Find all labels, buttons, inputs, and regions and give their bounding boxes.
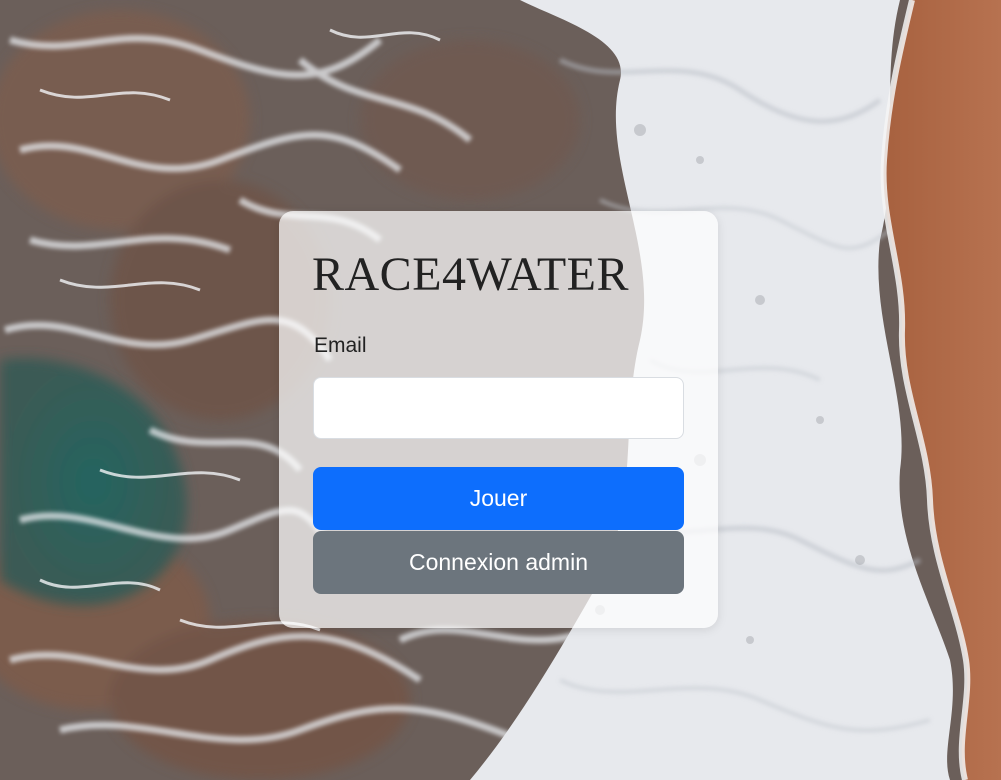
login-card: RACE4WATER Email Jouer Connexion admin [279, 211, 718, 628]
email-label: Email [314, 334, 367, 357]
admin-login-button[interactable]: Connexion admin [313, 531, 684, 594]
app-title: RACE4WATER [312, 248, 629, 301]
play-button[interactable]: Jouer [313, 467, 684, 530]
page: RACE4WATER Email Jouer Connexion admin [0, 0, 1001, 780]
email-field[interactable] [313, 377, 684, 439]
